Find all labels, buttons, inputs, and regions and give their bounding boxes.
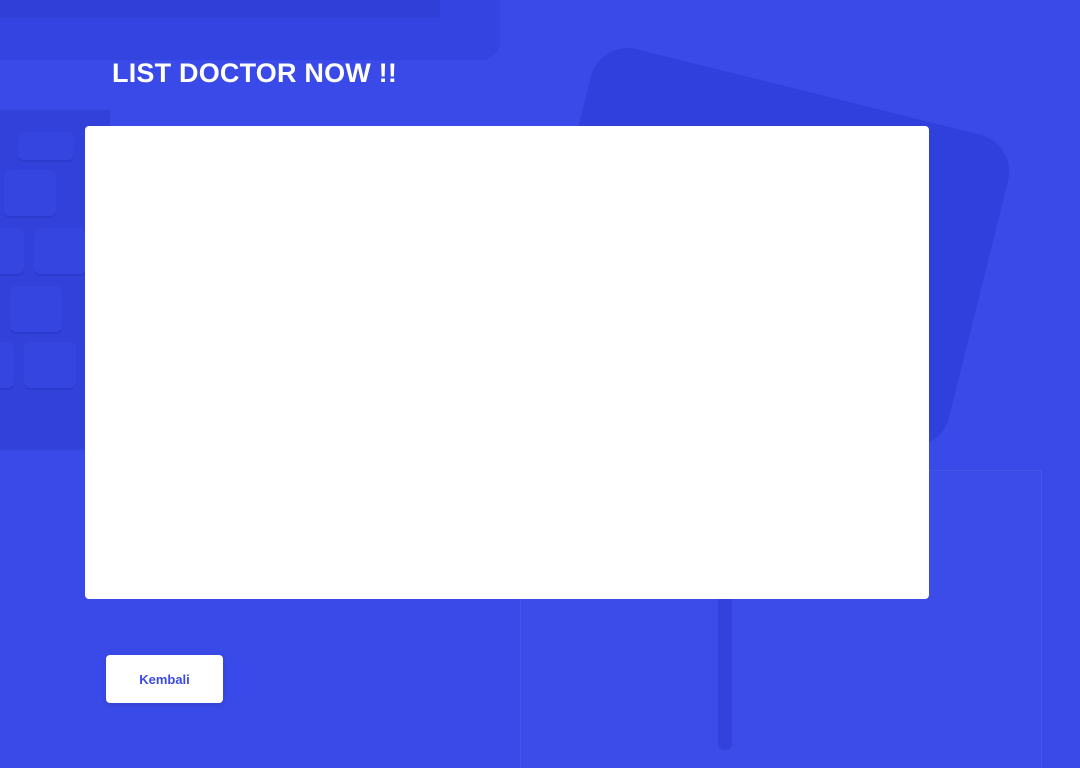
laptop-lid-shape [0,0,440,18]
doctor-list-panel [85,126,929,599]
keyboard-key [34,228,86,274]
keyboard-key [18,132,74,160]
pen-shape [718,590,732,750]
keyboard-key [10,286,62,332]
back-button[interactable]: Kembali [106,655,223,703]
keyboard-key [0,228,24,274]
laptop-edge-shape [0,0,500,60]
keyboard-key [24,342,76,388]
page-title: LIST DOCTOR NOW !! [112,58,398,88]
keyboard-key [4,170,56,216]
keyboard-key [0,342,14,388]
